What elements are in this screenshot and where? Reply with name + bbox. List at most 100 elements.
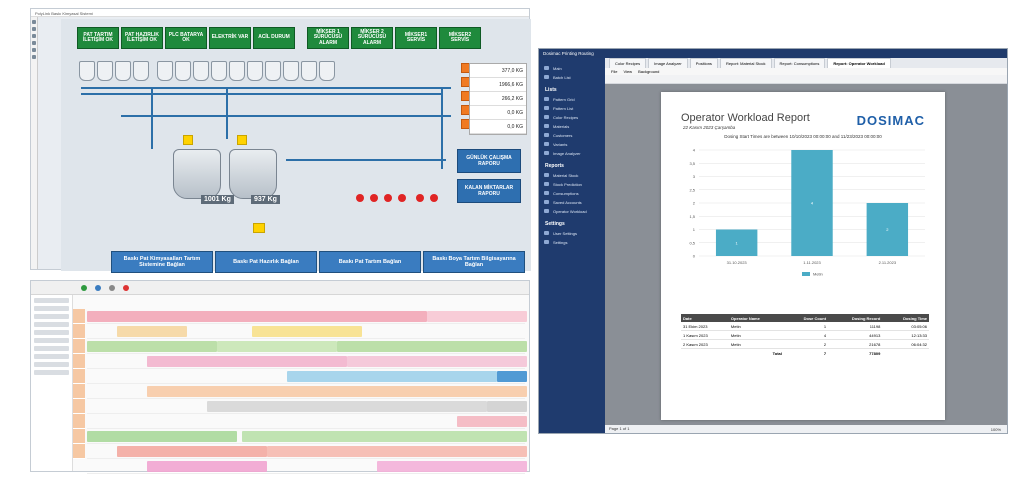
job-bar[interactable] — [487, 401, 527, 412]
status-button-8[interactable]: MİKSER1 SERVİS — [395, 27, 437, 49]
sidebar-item-pattern-grid[interactable]: Pattern Grid — [539, 95, 605, 104]
menu-view[interactable]: View — [623, 69, 632, 74]
sidebar-item-material-stock[interactable]: Material Stock — [539, 171, 605, 180]
status-button-4[interactable]: ELEKTRİK VAR — [209, 27, 251, 49]
sidebar-item[interactable] — [34, 314, 69, 319]
job-bar[interactable] — [377, 461, 527, 472]
job-bar[interactable] — [337, 341, 527, 352]
menu-background[interactable]: Background — [638, 69, 659, 74]
daily-report-button[interactable]: GÜNLÜK ÇALIŞMA RAPORU — [457, 149, 521, 173]
sidebar-item-customers[interactable]: Customers — [539, 131, 605, 140]
schedule-toolbar — [31, 281, 529, 295]
status-button-3[interactable]: PLC BATARYA OK — [165, 27, 207, 49]
job-bar[interactable] — [217, 341, 337, 352]
sidebar-item[interactable] — [34, 330, 69, 335]
zoom-level[interactable]: 100% — [991, 427, 1001, 432]
toolbar-icon[interactable] — [32, 48, 36, 52]
table-cell: 1 Kasım 2023 — [681, 330, 729, 340]
resource-labels — [73, 309, 85, 471]
sidebar-section-lists[interactable]: Lists — [539, 82, 605, 95]
mixer-tank-2-weight: 937 Kg — [251, 195, 280, 204]
job-bar[interactable] — [457, 416, 527, 427]
toolbar-icon[interactable] — [32, 20, 36, 24]
mixer-tank-1[interactable] — [173, 149, 221, 199]
connect-chemical-weighing-button[interactable]: Baskı Pat Kimyasalları Tartım Sistemine … — [111, 251, 213, 273]
sidebar-item-operator-workload[interactable]: Operator Workload — [539, 207, 605, 216]
status-bar: Page 1 of 1 100% — [605, 425, 1007, 433]
connect-weighing-button[interactable]: Baskı Pat Tartım Bağlan — [319, 251, 421, 273]
sidebar-item[interactable] — [34, 346, 69, 351]
add-icon[interactable] — [81, 284, 87, 291]
job-bar[interactable] — [147, 386, 527, 397]
sidebar-item-user-settings[interactable]: User Settings — [539, 229, 605, 238]
table-cell: 21678 — [828, 339, 883, 349]
job-bar[interactable] — [427, 311, 527, 322]
remaining-report-button[interactable]: KALAN MİKTARLAR RAPORU — [457, 179, 521, 203]
sidebar-section-reports[interactable]: Reports — [539, 158, 605, 171]
job-bar[interactable] — [242, 431, 527, 442]
sidebar-section-settings[interactable]: Settings — [539, 216, 605, 229]
toolbar-icon[interactable] — [32, 27, 36, 31]
job-bar[interactable] — [117, 446, 267, 457]
tab-consumptions[interactable]: Report: Consumptions — [773, 58, 826, 68]
toolbar-icon[interactable] — [32, 34, 36, 38]
sidebar-item-color-recipes[interactable]: Color Recipes — [539, 113, 605, 122]
table-cell: 03:05:06 — [882, 322, 929, 331]
sidebar-item[interactable] — [34, 338, 69, 343]
tab-positions[interactable]: Positions — [689, 58, 718, 68]
sidebar-item[interactable] — [34, 298, 69, 303]
sidebar-item[interactable] — [34, 322, 69, 327]
refresh-icon[interactable] — [95, 284, 101, 291]
sidebar-item-variants[interactable]: Variants — [539, 140, 605, 149]
job-bar[interactable] — [87, 311, 427, 322]
status-button-9[interactable]: MİKSER2 SERVİS — [439, 27, 481, 49]
status-button-2[interactable]: PAT HAZIRLIK İLETİŞİM OK — [121, 27, 163, 49]
sidebar-item-stock-prediction[interactable]: Stock Prediction — [539, 180, 605, 189]
job-bar[interactable] — [207, 401, 487, 412]
job-bar[interactable] — [287, 371, 497, 382]
job-bar[interactable] — [87, 431, 237, 442]
tab-operator-workload[interactable]: Report: Operator Workload — [827, 58, 891, 68]
tab-image-analyzer[interactable]: Image Analyzer — [648, 58, 688, 68]
status-button-1[interactable]: PAT TARTIM İLETİŞİM OK — [77, 27, 119, 49]
job-bar[interactable] — [117, 326, 187, 337]
job-bar[interactable] — [87, 341, 217, 352]
sidebar-item-batch-list[interactable]: Batch List — [539, 73, 605, 82]
stop-icon[interactable] — [123, 284, 129, 291]
sidebar-item-materials[interactable]: Materials — [539, 122, 605, 131]
menu-file[interactable]: File — [611, 69, 617, 74]
status-button-5[interactable]: ACİL DURUM — [253, 27, 295, 49]
toolbar-icon[interactable] — [32, 55, 36, 59]
silo — [247, 61, 263, 81]
timeline-row — [87, 309, 527, 324]
sidebar-item-saved-accounts[interactable]: Saved Accounts — [539, 198, 605, 207]
connect-preparation-button[interactable]: Baskı Pat Hazırlık Bağlan — [215, 251, 317, 273]
sidebar-item[interactable] — [34, 370, 69, 375]
schedule-sidebar — [31, 295, 73, 471]
sidebar-item-consumptions[interactable]: Consumptions — [539, 189, 605, 198]
sidebar-item[interactable] — [34, 362, 69, 367]
sidebar-item-settings[interactable]: Settings — [539, 238, 605, 247]
status-button-7[interactable]: MİKSER 2 SÜRÜCÜSÜ ALARM — [351, 27, 393, 49]
sidebar-item-pattern-list[interactable]: Pattern List — [539, 104, 605, 113]
job-bar[interactable] — [252, 326, 362, 337]
job-bar[interactable] — [497, 371, 527, 382]
status-button-6[interactable]: MİKSER 1 SÜRÜCÜSÜ ALARM — [307, 27, 349, 49]
dosing-valve — [398, 194, 406, 202]
sidebar-item[interactable] — [34, 354, 69, 359]
sidebar-item-image-analyzer[interactable]: Image Analyzer — [539, 149, 605, 158]
job-bar[interactable] — [147, 461, 267, 472]
job-bar[interactable] — [267, 446, 527, 457]
tab-color-recipes[interactable]: Color Recipes — [609, 58, 647, 68]
job-bar[interactable] — [347, 356, 527, 367]
sidebar-item-main[interactable]: Main — [539, 64, 605, 73]
valve-indicator — [183, 135, 193, 145]
sidebar-item[interactable] — [34, 306, 69, 311]
filter-icon[interactable] — [109, 284, 115, 291]
y-tick-label: 1,5 — [689, 214, 695, 219]
job-bar[interactable] — [147, 356, 347, 367]
connect-dye-computer-button[interactable]: Baskı Boya Tartım Bilgisayarına Bağlan — [423, 251, 525, 273]
toolbar-icon[interactable] — [32, 41, 36, 45]
mixer-tank-2[interactable] — [229, 149, 277, 199]
tab-material-stock[interactable]: Report: Material Stock — [719, 58, 772, 68]
